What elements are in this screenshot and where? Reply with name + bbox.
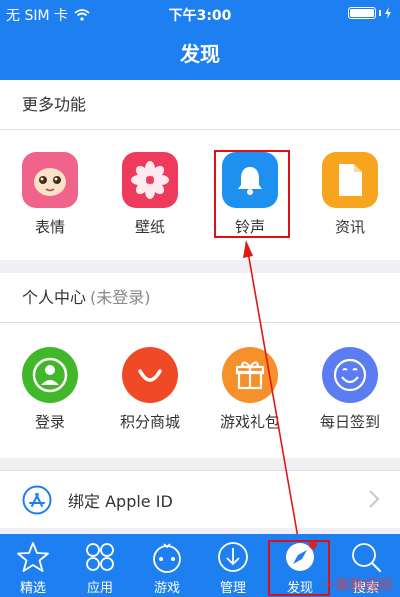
tab-apps[interactable]: 应用 <box>67 534 133 597</box>
search-icon <box>352 543 381 572</box>
annotation-arrow <box>243 240 299 539</box>
tab-games[interactable]: 游戏 <box>134 534 200 597</box>
star-icon <box>17 542 49 572</box>
tab-featured[interactable]: 精选 <box>0 534 66 597</box>
tab-manage[interactable]: 管理 <box>200 534 266 597</box>
gamepad-icon <box>153 543 181 573</box>
download-icon <box>218 542 248 572</box>
notification-dot <box>309 541 317 549</box>
highlight-box-discover <box>268 540 330 596</box>
watermark: 一聚教程网 <box>322 578 392 594</box>
apps-grid-icon <box>86 543 114 571</box>
